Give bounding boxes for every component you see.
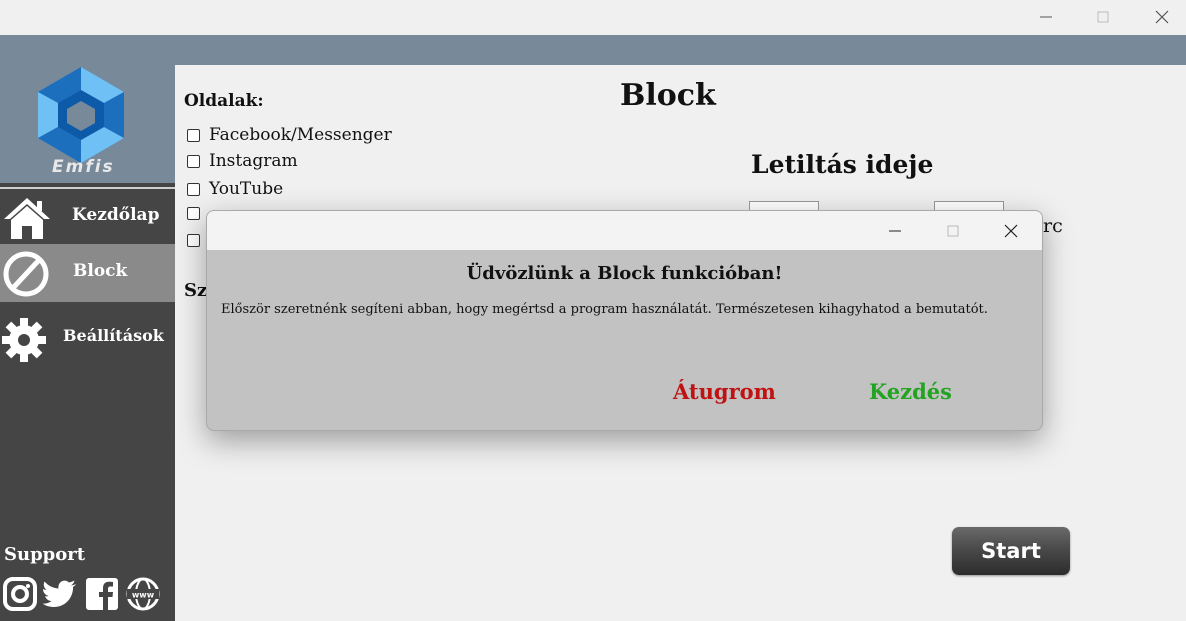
site-option-5[interactable] <box>187 234 200 247</box>
sidebar-item-label: Kezdőlap <box>72 205 160 225</box>
minimize-icon[interactable] <box>883 220 907 242</box>
instagram-icon[interactable] <box>2 576 38 612</box>
minimize-icon[interactable] <box>1034 6 1058 28</box>
header-bar <box>0 35 1186 65</box>
skip-button[interactable]: Átugrom <box>673 379 776 404</box>
sites-heading: Oldalak: <box>184 91 264 111</box>
site-label: Instagram <box>209 151 298 171</box>
duration-heading: Letiltás ideje <box>751 150 934 179</box>
facebook-icon[interactable] <box>84 576 120 612</box>
maximize-icon[interactable] <box>941 220 965 242</box>
dialog-heading: Üdvözlünk a Block funkcióban! <box>466 263 783 284</box>
close-icon[interactable] <box>1150 6 1174 28</box>
social-links: www <box>2 576 172 612</box>
home-icon <box>4 198 50 239</box>
start-button[interactable]: Start <box>952 527 1070 575</box>
logo-area: Emfis <box>0 65 175 183</box>
gear-icon <box>2 318 46 362</box>
support-label: Support <box>4 544 86 565</box>
start-tour-button[interactable]: Kezdés <box>869 379 952 404</box>
site-label: YouTube <box>209 179 284 199</box>
checkbox[interactable] <box>187 128 200 142</box>
site-option-4[interactable] <box>187 207 200 220</box>
sidebar-item-label: Block <box>73 261 128 281</box>
checkbox[interactable] <box>187 234 200 247</box>
dialog-body-text: Először szeretnénk segíteni abban, hogy … <box>221 302 988 317</box>
site-option-youtube[interactable]: YouTube <box>187 179 283 199</box>
window-title-bar <box>0 0 1186 35</box>
minutes-label: rc <box>1043 215 1063 237</box>
www-icon[interactable]: www <box>125 576 161 612</box>
sidebar: Emfis Kezdőlap Block Beállítások Support… <box>0 65 175 621</box>
checkbox[interactable] <box>187 154 200 168</box>
welcome-dialog: Üdvözlünk a Block funkcióban! Először sz… <box>206 210 1043 431</box>
site-option-instagram[interactable]: Instagram <box>187 151 298 171</box>
dialog-title-bar <box>207 211 1042 250</box>
maximize-icon[interactable] <box>1091 6 1115 28</box>
logo-icon <box>38 67 124 163</box>
site-label: Facebook/Messenger <box>209 125 392 145</box>
close-icon[interactable] <box>999 220 1023 242</box>
block-icon <box>3 251 49 297</box>
sidebar-item-block[interactable]: Block <box>0 244 175 302</box>
twitter-icon[interactable] <box>42 576 78 612</box>
checkbox[interactable] <box>187 207 200 220</box>
sidebar-item-settings[interactable]: Beállítások <box>0 310 175 366</box>
site-option-facebook[interactable]: Facebook/Messenger <box>187 125 392 145</box>
sidebar-item-home[interactable]: Kezdőlap <box>0 187 175 243</box>
checkbox[interactable] <box>187 182 200 196</box>
page-title: Block <box>620 78 716 113</box>
section-label: Sz <box>184 280 208 301</box>
svg-text:www: www <box>132 591 155 600</box>
sidebar-item-label: Beállítások <box>63 326 164 345</box>
logo-text: Emfis <box>52 157 115 177</box>
